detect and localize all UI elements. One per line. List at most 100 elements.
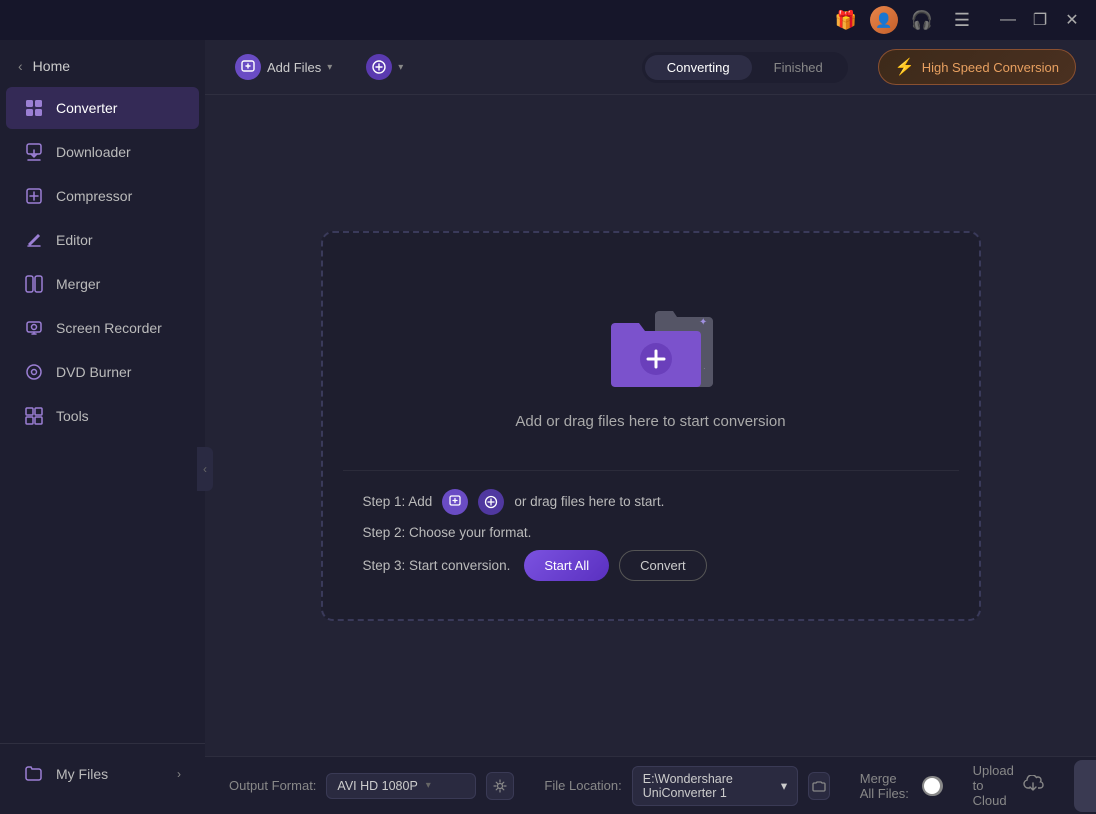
headset-icon[interactable]: 🎧 xyxy=(906,4,938,36)
bottom-bar: Output Format: AVI HD 1080P ▾ File Locat… xyxy=(205,756,1096,814)
merger-label: Merger xyxy=(56,276,100,292)
step1-row: Step 1: Add xyxy=(363,489,939,515)
step2-row: Step 2: Choose your format. xyxy=(363,525,939,540)
step1-file-icon[interactable] xyxy=(442,489,468,515)
location-dropdown-icon: ▾ xyxy=(781,778,787,793)
drop-zone-text: Add or drag files here to start conversi… xyxy=(515,413,785,430)
tab-switcher: Converting Finished xyxy=(642,52,848,83)
sidebar-item-merger[interactable]: Merger xyxy=(6,263,199,305)
restore-button[interactable]: ❐ xyxy=(1026,6,1054,34)
converter-icon xyxy=(24,98,44,118)
step1-drag-text: or drag files here to start. xyxy=(514,494,664,509)
step1-url-icon[interactable] xyxy=(478,489,504,515)
gift-icon[interactable]: 🎁 xyxy=(830,4,862,36)
steps-area: Step 1: Add xyxy=(343,471,959,599)
format-settings-icon[interactable] xyxy=(486,772,514,800)
sidebar-item-tools[interactable]: Tools xyxy=(6,395,199,437)
file-location-value: E:\Wondershare UniConverter 1 xyxy=(643,772,773,800)
sidebar-item-home[interactable]: ‹ Home xyxy=(0,50,205,82)
sidebar-item-screen-recorder[interactable]: Screen Recorder xyxy=(6,307,199,349)
add-folder-icon xyxy=(366,54,392,80)
user-avatar[interactable]: 👤 xyxy=(870,6,898,34)
output-format-field: Output Format: AVI HD 1080P ▾ xyxy=(229,772,514,800)
chevron-left-icon: ‹ xyxy=(18,58,23,74)
compressor-label: Compressor xyxy=(56,188,132,204)
dvd-burner-icon xyxy=(24,362,44,382)
sidebar-item-editor[interactable]: Editor xyxy=(6,219,199,261)
my-files-icon xyxy=(24,764,44,784)
step3-label: Step 3: Start conversion. xyxy=(363,558,511,573)
file-drop-area[interactable]: ✦ ✦ · Add or drag files here to start co… xyxy=(343,253,959,471)
sidebar-item-compressor[interactable]: Compressor xyxy=(6,175,199,217)
merge-all-toggle[interactable] xyxy=(922,776,943,796)
titlebar-controls: 🎁 👤 🎧 ☰ — ❐ ✕ xyxy=(830,4,1086,36)
drop-zone[interactable]: ✦ ✦ · Add or drag files here to start co… xyxy=(321,231,981,621)
browse-folder-button[interactable] xyxy=(808,772,830,800)
add-folder-button[interactable]: ▾ xyxy=(356,48,413,86)
main-content-area: Add Files ▾ ▾ Converting Finished xyxy=(205,40,1096,814)
step2-label: Step 2: Choose your format. xyxy=(363,525,532,540)
add-files-label: Add Files xyxy=(267,60,321,75)
titlebar: 🎁 👤 🎧 ☰ — ❐ ✕ xyxy=(0,0,1096,40)
merge-all-label: Merge All Files: xyxy=(860,771,912,801)
add-files-button[interactable]: Add Files ▾ xyxy=(225,48,342,86)
start-all-button[interactable]: Start All xyxy=(524,550,609,581)
toolbar: Add Files ▾ ▾ Converting Finished xyxy=(205,40,1096,95)
screen-recorder-label: Screen Recorder xyxy=(56,320,162,336)
tab-converting[interactable]: Converting xyxy=(645,55,752,80)
sidebar-home-label: Home xyxy=(33,58,70,74)
add-folder-dropdown-icon[interactable]: ▾ xyxy=(398,62,403,73)
high-speed-button[interactable]: ⚡ High Speed Conversion xyxy=(878,49,1076,85)
step3-buttons: Start All Convert xyxy=(524,550,706,581)
sidebar-item-my-files[interactable]: My Files › xyxy=(6,754,199,794)
output-format-select[interactable]: AVI HD 1080P ▾ xyxy=(326,773,476,799)
editor-label: Editor xyxy=(56,232,93,248)
converter-workspace: ✦ ✦ · Add or drag files here to start co… xyxy=(205,95,1096,756)
file-location-select[interactable]: E:\Wondershare UniConverter 1 ▾ xyxy=(632,766,798,806)
output-format-value: AVI HD 1080P xyxy=(337,779,417,793)
minimize-button[interactable]: — xyxy=(994,6,1022,34)
step3-row: Step 3: Start conversion. Start All Conv… xyxy=(363,550,939,581)
step1-label: Step 1: Add xyxy=(363,494,433,509)
add-files-icon xyxy=(235,54,261,80)
sidebar-collapse-button[interactable]: ‹ xyxy=(197,447,213,491)
my-files-chevron-icon: › xyxy=(177,767,181,781)
svg-text:·: · xyxy=(703,364,706,373)
dvd-burner-label: DVD Burner xyxy=(56,364,131,380)
tools-label: Tools xyxy=(56,408,89,424)
convert-button[interactable]: Convert xyxy=(619,550,707,581)
screen-recorder-icon xyxy=(24,318,44,338)
window-controls: — ❐ ✕ xyxy=(994,6,1086,34)
high-speed-label: High Speed Conversion xyxy=(922,60,1059,75)
merge-all-files-field: Merge All Files: xyxy=(860,771,943,801)
sidebar: ‹ Home Converter xyxy=(0,40,205,814)
editor-icon xyxy=(24,230,44,250)
downloader-label: Downloader xyxy=(56,144,131,160)
downloader-icon xyxy=(24,142,44,162)
close-button[interactable]: ✕ xyxy=(1058,6,1086,34)
svg-text:✦: ✦ xyxy=(699,317,707,328)
my-files-label: My Files xyxy=(56,766,108,782)
sidebar-item-dvd-burner[interactable]: DVD Burner xyxy=(6,351,199,393)
sidebar-item-downloader[interactable]: Downloader xyxy=(6,131,199,173)
file-location-label: File Location: xyxy=(544,778,621,793)
upload-cloud-label: Upload to Cloud xyxy=(973,763,1014,808)
format-dropdown-icon: ▾ xyxy=(426,780,431,791)
cloud-icon xyxy=(1022,775,1044,796)
converter-label: Converter xyxy=(56,100,117,116)
compressor-icon xyxy=(24,186,44,206)
sidebar-item-converter[interactable]: Converter xyxy=(6,87,199,129)
folder-illustration: ✦ ✦ · xyxy=(591,293,711,393)
file-location-field: File Location: E:\Wondershare UniConvert… xyxy=(544,766,829,806)
add-files-dropdown-icon[interactable]: ▾ xyxy=(327,62,332,73)
lightning-icon: ⚡ xyxy=(895,57,915,77)
menu-icon[interactable]: ☰ xyxy=(946,4,978,36)
collapse-icon: ‹ xyxy=(203,462,207,476)
sidebar-footer: My Files › xyxy=(0,743,205,804)
merger-icon xyxy=(24,274,44,294)
upload-to-cloud-field: Upload to Cloud xyxy=(973,763,1044,808)
tools-icon xyxy=(24,406,44,426)
bottom-start-all-button[interactable]: Start All xyxy=(1074,760,1096,812)
tab-finished[interactable]: Finished xyxy=(752,55,845,80)
output-format-label: Output Format: xyxy=(229,778,316,793)
